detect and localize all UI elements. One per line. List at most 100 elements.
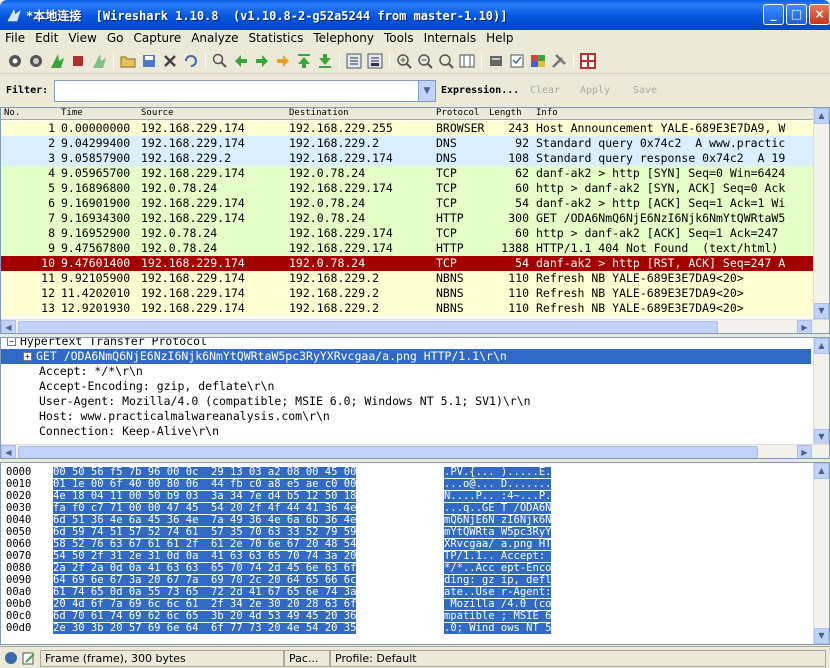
hex-bytes[interactable]: 01 1e 00 6f 40 00 80 06 44 fb c0 a8 e5 a… <box>53 479 357 490</box>
expert-info-icon[interactable] <box>4 651 18 665</box>
packet-row[interactable]: 6 9.16901900 192.168.229.174 192.0.78.24 TCP… <box>1 196 815 211</box>
menu-telephony[interactable]: Telephony <box>308 30 379 46</box>
restart-capture-icon[interactable] <box>90 52 108 70</box>
packet-row[interactable]: 8 9.16952900 192.0.78.24 192.168.229.174 TCP… <box>1 226 815 241</box>
scroll-left-arrow-icon[interactable]: ◀ <box>1 445 16 458</box>
clear-button[interactable]: Clear <box>530 85 560 96</box>
hex-ascii[interactable]: ...o@... D....... <box>444 479 552 490</box>
menu-capture[interactable]: Capture <box>128 30 186 46</box>
column-header-protocol[interactable]: Protocol <box>436 108 479 118</box>
column-header-length[interactable]: Length <box>489 108 522 118</box>
menu-analyze[interactable]: Analyze <box>186 30 243 46</box>
details-vscrollbar[interactable]: ▲ ▼ <box>813 338 829 445</box>
hex-bytes[interactable]: 54 50 2f 31 2e 31 0d 0a 41 63 63 65 70 7… <box>53 551 357 562</box>
hscroll-thumb[interactable] <box>18 321 718 333</box>
status-profile[interactable]: Profile: Default <box>330 650 826 667</box>
hex-ascii[interactable]: ding: gz ip, defl <box>444 575 552 586</box>
hex-bytes[interactable]: 4e 18 04 11 00 50 b9 03 3a 34 7e d4 b5 1… <box>53 491 357 502</box>
menu-go[interactable]: Go <box>102 30 129 46</box>
column-header-no[interactable]: No. <box>4 108 20 118</box>
help-icon[interactable] <box>579 52 597 70</box>
packet-row[interactable]: 4 9.05965700 192.168.229.174 192.0.78.24 TCP… <box>1 166 815 181</box>
packet-row[interactable]: 13 12.9201930 192.168.229.174 192.168.229.2… <box>1 301 815 316</box>
hex-bytes[interactable]: 6d 59 74 51 57 52 74 61 57 35 70 63 33 5… <box>53 527 357 538</box>
detail-line[interactable]: Accept: */*\r\n <box>1 364 811 379</box>
normal-size-icon[interactable] <box>437 52 455 70</box>
coloring-rules-icon[interactable] <box>529 52 547 70</box>
hex-bytes[interactable]: fa f0 c7 71 00 00 47 45 54 20 2f 4f 44 4… <box>53 503 357 514</box>
zoom-in-icon[interactable] <box>395 52 413 70</box>
hex-bytes[interactable]: 20 4d 6f 7a 69 6c 6c 61 2f 34 2e 30 20 2… <box>53 599 357 610</box>
menu-edit[interactable]: Edit <box>30 30 63 46</box>
details-hscrollbar[interactable]: ◀ ▶ <box>1 444 829 458</box>
hex-ascii[interactable]: N....P.. :4~...P. <box>444 491 552 502</box>
column-header-source[interactable]: Source <box>141 108 174 118</box>
menu-file[interactable]: File <box>0 30 30 46</box>
hex-ascii[interactable]: TP/1.1.. Accept: <box>444 551 552 562</box>
hex-ascii[interactable]: .PV.{... ).....E. <box>444 467 552 478</box>
hex-ascii[interactable]: .0; Wind ows NT 5 <box>444 623 552 634</box>
packet-row[interactable]: 11 9.92105900 192.168.229.174 192.168.229.2… <box>1 271 815 286</box>
expand-icon[interactable]: + <box>23 352 32 361</box>
menu-internals[interactable]: Internals <box>419 30 482 46</box>
save-file-icon[interactable] <box>140 52 158 70</box>
packet-row[interactable]: 2 9.04299400 192.168.229.174 192.168.229.2 D… <box>1 136 815 151</box>
column-header-destination[interactable]: Destination <box>289 108 349 118</box>
minimize-button[interactable]: _ <box>763 4 784 25</box>
packet-row[interactable]: 1 0.00000000 192.168.229.174 192.168.229.25… <box>1 121 815 136</box>
bytes-vscrollbar[interactable]: ▲ ▼ <box>813 463 829 644</box>
packet-row[interactable]: 9 9.47567800 192.0.78.24 192.168.229.174 HTT… <box>1 241 815 256</box>
hex-bytes[interactable]: 2a 2f 2a 0d 0a 41 63 63 65 70 74 2d 45 6… <box>53 563 357 574</box>
hex-bytes[interactable]: 61 74 65 0d 0a 55 73 65 72 2d 41 67 65 6… <box>53 587 357 598</box>
menu-statistics[interactable]: Statistics <box>243 30 308 46</box>
detail-line[interactable]: + GET /ODA6NmQ6NjE6NzI6Njk6NmYtQWRtaW5pc3… <box>1 349 811 364</box>
maximize-button[interactable]: □ <box>786 4 807 25</box>
packet-row[interactable]: 5 9.16896800 192.0.78.24 192.168.229.174 TCP… <box>1 181 815 196</box>
hex-bytes[interactable]: 58 52 76 63 67 61 61 2f 61 2e 70 6e 67 2… <box>53 539 357 550</box>
hex-bytes[interactable]: 64 69 6e 67 3a 20 67 7a 69 70 2c 20 64 6… <box>53 575 357 586</box>
close-button[interactable]: × <box>809 4 830 25</box>
menu-help[interactable]: Help <box>481 30 518 46</box>
hex-ascii[interactable]: mQ6NjE6N zI6Njk6N <box>444 515 552 526</box>
go-forward-icon[interactable] <box>253 52 271 70</box>
hex-ascii[interactable]: mYtQWRta W5pc3RyY <box>444 527 552 538</box>
scroll-down-arrow-icon[interactable]: ▼ <box>814 628 829 644</box>
detail-line[interactable]: Connection: Keep-Alive\r\n <box>1 424 811 439</box>
open-file-icon[interactable] <box>119 52 137 70</box>
scroll-up-arrow-icon[interactable]: ▲ <box>814 108 829 124</box>
hex-ascii[interactable]: mpatible ; MSIE 6 <box>444 611 552 622</box>
go-last-packet-icon[interactable] <box>316 52 334 70</box>
detail-line[interactable]: − Hypertext Transfer Protocol <box>1 338 811 349</box>
hex-ascii[interactable]: ...q..GE T /ODA6N <box>444 503 552 514</box>
packet-row[interactable]: 10 9.47601400 192.168.229.174 192.0.78.24 TC… <box>1 256 815 271</box>
hex-ascii[interactable]: Mozilla /4.0 (co <box>444 599 552 610</box>
detail-line[interactable]: Host: www.practicalmalwareanalysis.com\r… <box>1 409 811 424</box>
start-capture-icon[interactable] <box>48 52 66 70</box>
hex-bytes[interactable]: 00 50 56 f5 7b 96 00 0c 29 13 03 a2 08 0… <box>53 467 357 478</box>
display-filter-input[interactable]: ▼ <box>54 80 436 102</box>
auto-scroll-icon[interactable] <box>366 52 384 70</box>
go-first-packet-icon[interactable] <box>295 52 313 70</box>
close-file-icon[interactable] <box>161 52 179 70</box>
colorize-icon[interactable] <box>345 52 363 70</box>
zoom-out-icon[interactable] <box>416 52 434 70</box>
hex-ascii[interactable]: */*..Acc ept-Enco <box>444 563 552 574</box>
resize-columns-icon[interactable] <box>458 52 476 70</box>
menu-tools[interactable]: Tools <box>379 30 419 46</box>
collapse-icon[interactable]: − <box>7 338 16 346</box>
hscroll-thumb[interactable] <box>18 446 758 458</box>
scroll-right-arrow-icon[interactable]: ▶ <box>797 445 812 458</box>
menu-view[interactable]: View <box>63 30 101 46</box>
capture-comment-icon[interactable] <box>22 651 36 665</box>
packet-list-vscrollbar[interactable]: ▲ ▼ <box>813 108 829 319</box>
scroll-up-arrow-icon[interactable]: ▲ <box>814 463 829 479</box>
hex-bytes[interactable]: 6d 51 36 4e 6a 45 36 4e 7a 49 36 4e 6a 6… <box>53 515 357 526</box>
column-header-info[interactable]: Info <box>536 108 558 118</box>
apply-button[interactable]: Apply <box>580 85 610 96</box>
interfaces-icon[interactable] <box>6 52 24 70</box>
scroll-right-arrow-icon[interactable]: ▶ <box>797 320 812 333</box>
stop-capture-icon[interactable] <box>69 52 87 70</box>
scroll-left-arrow-icon[interactable]: ◀ <box>1 320 16 333</box>
scroll-down-arrow-icon[interactable]: ▼ <box>814 303 829 319</box>
reload-icon[interactable] <box>182 52 200 70</box>
